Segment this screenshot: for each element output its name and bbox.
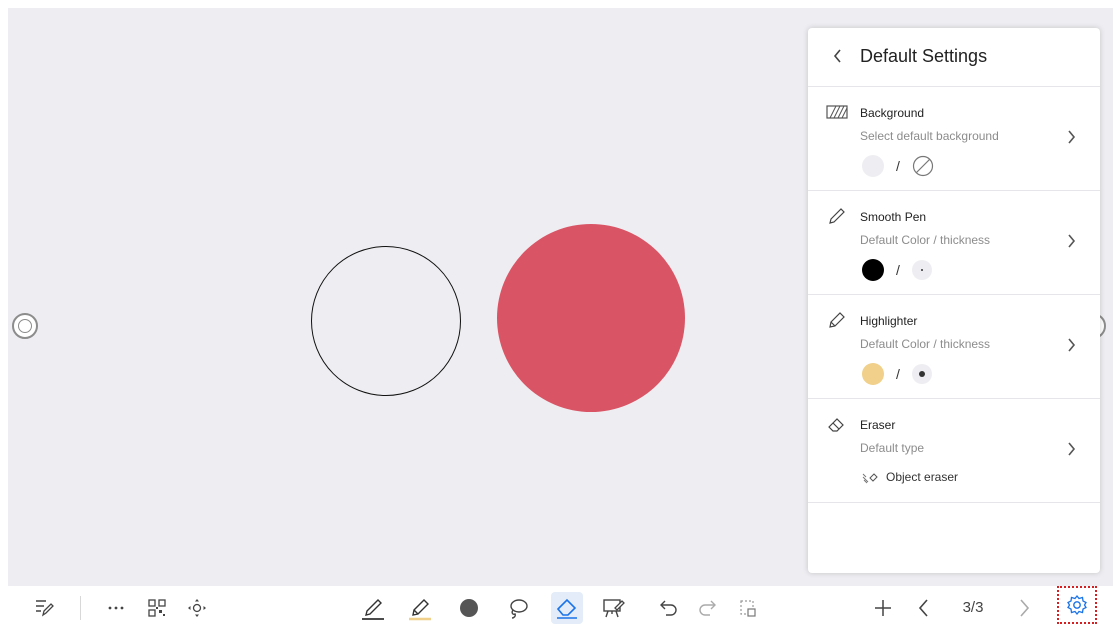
chevron-left-icon: [918, 599, 928, 617]
move-toolbar-button[interactable]: [183, 594, 211, 622]
qr-code-button[interactable]: [143, 594, 171, 622]
qr-code-icon: [148, 599, 166, 617]
undo-button[interactable]: [654, 594, 682, 622]
smooth-pen-tool[interactable]: [359, 594, 387, 622]
default-settings-panel: Default Settings Background Select defau…: [808, 28, 1100, 573]
shape-color-tool[interactable]: [455, 594, 483, 622]
background-title: Background: [860, 106, 925, 120]
page-indicator: 3/3: [962, 599, 984, 616]
chevron-left-icon: [833, 49, 841, 63]
pen-color-swatch: [862, 259, 884, 281]
lasso-icon: [510, 599, 528, 619]
more-dots-icon: [108, 606, 124, 610]
separator: /: [896, 158, 900, 174]
chevron-right-icon: [1020, 599, 1030, 617]
selection-trash-icon: [740, 600, 756, 617]
add-page-button[interactable]: [869, 594, 897, 622]
background-setting[interactable]: Background Select default background /: [808, 87, 1100, 191]
separator: /: [896, 366, 900, 382]
separator: /: [896, 262, 900, 278]
chevron-right-icon: [1068, 130, 1076, 144]
smooth-pen-subtitle: Default Color / thickness: [860, 233, 991, 247]
select-delete-button[interactable]: [734, 594, 762, 622]
eraser-title: Eraser: [860, 418, 896, 432]
pen-icon: [362, 599, 384, 620]
filled-circle-icon: [460, 599, 478, 617]
highlighter-title: Highlighter: [860, 314, 918, 328]
no-pattern-icon: [912, 155, 933, 177]
redo-icon: [699, 600, 716, 616]
background-color-swatch: [862, 155, 884, 177]
eraser-type-label: Object eraser: [886, 470, 959, 484]
toolbar-divider: [80, 596, 81, 620]
highlighter-icon: [829, 312, 845, 328]
bottom-toolbar: 3/3: [0, 586, 1113, 628]
highlighter-thickness-indicator: [911, 364, 932, 384]
redo-button[interactable]: [694, 594, 722, 622]
chevron-right-icon: [1068, 234, 1076, 248]
previous-page-button[interactable]: [910, 594, 938, 622]
pen-thickness-indicator: [911, 260, 932, 280]
chevron-right-icon: [1068, 442, 1076, 456]
back-button[interactable]: [828, 44, 848, 68]
undo-icon: [660, 600, 677, 616]
chevron-right-icon: [1068, 338, 1076, 352]
pen-icon: [829, 208, 845, 224]
outline-circle-shape[interactable]: [311, 246, 461, 396]
filled-circle-shape[interactable]: [497, 224, 685, 412]
next-page-button[interactable]: [1010, 594, 1038, 622]
background-pattern-icon: [826, 105, 848, 119]
eraser-subtitle: Default type: [860, 441, 925, 455]
move-arrows-icon: [188, 599, 206, 617]
presentation-tool[interactable]: [600, 594, 628, 622]
more-button[interactable]: [102, 594, 130, 622]
gear-icon: [1067, 594, 1087, 616]
settings-button[interactable]: [1057, 586, 1097, 624]
object-eraser-icon: [862, 473, 878, 484]
presentation-board-icon: [603, 599, 625, 618]
highlighter-icon: [409, 599, 431, 621]
highlighter-color-swatch: [862, 363, 884, 385]
plus-icon: [875, 600, 891, 616]
highlighter-tool[interactable]: [406, 594, 434, 622]
panel-title: Default Settings: [860, 46, 988, 66]
eraser-icon: [556, 598, 577, 619]
smooth-pen-title: Smooth Pen: [860, 210, 927, 224]
background-subtitle: Select default background: [860, 129, 999, 143]
eraser-setting[interactable]: Eraser Default type Object eraser: [808, 399, 1100, 503]
highlighter-setting[interactable]: Highlighter Default Color / thickness /: [808, 295, 1100, 399]
lasso-tool[interactable]: [504, 594, 532, 622]
notes-edit-icon: [36, 600, 54, 617]
left-edge-handle[interactable]: [12, 313, 38, 339]
eraser-icon: [828, 418, 844, 432]
notes-menu-button[interactable]: [30, 594, 58, 622]
highlighter-subtitle: Default Color / thickness: [860, 337, 991, 351]
smooth-pen-setting[interactable]: Smooth Pen Default Color / thickness /: [808, 191, 1100, 295]
panel-header: Default Settings: [808, 28, 1100, 87]
eraser-tool[interactable]: [551, 592, 583, 624]
